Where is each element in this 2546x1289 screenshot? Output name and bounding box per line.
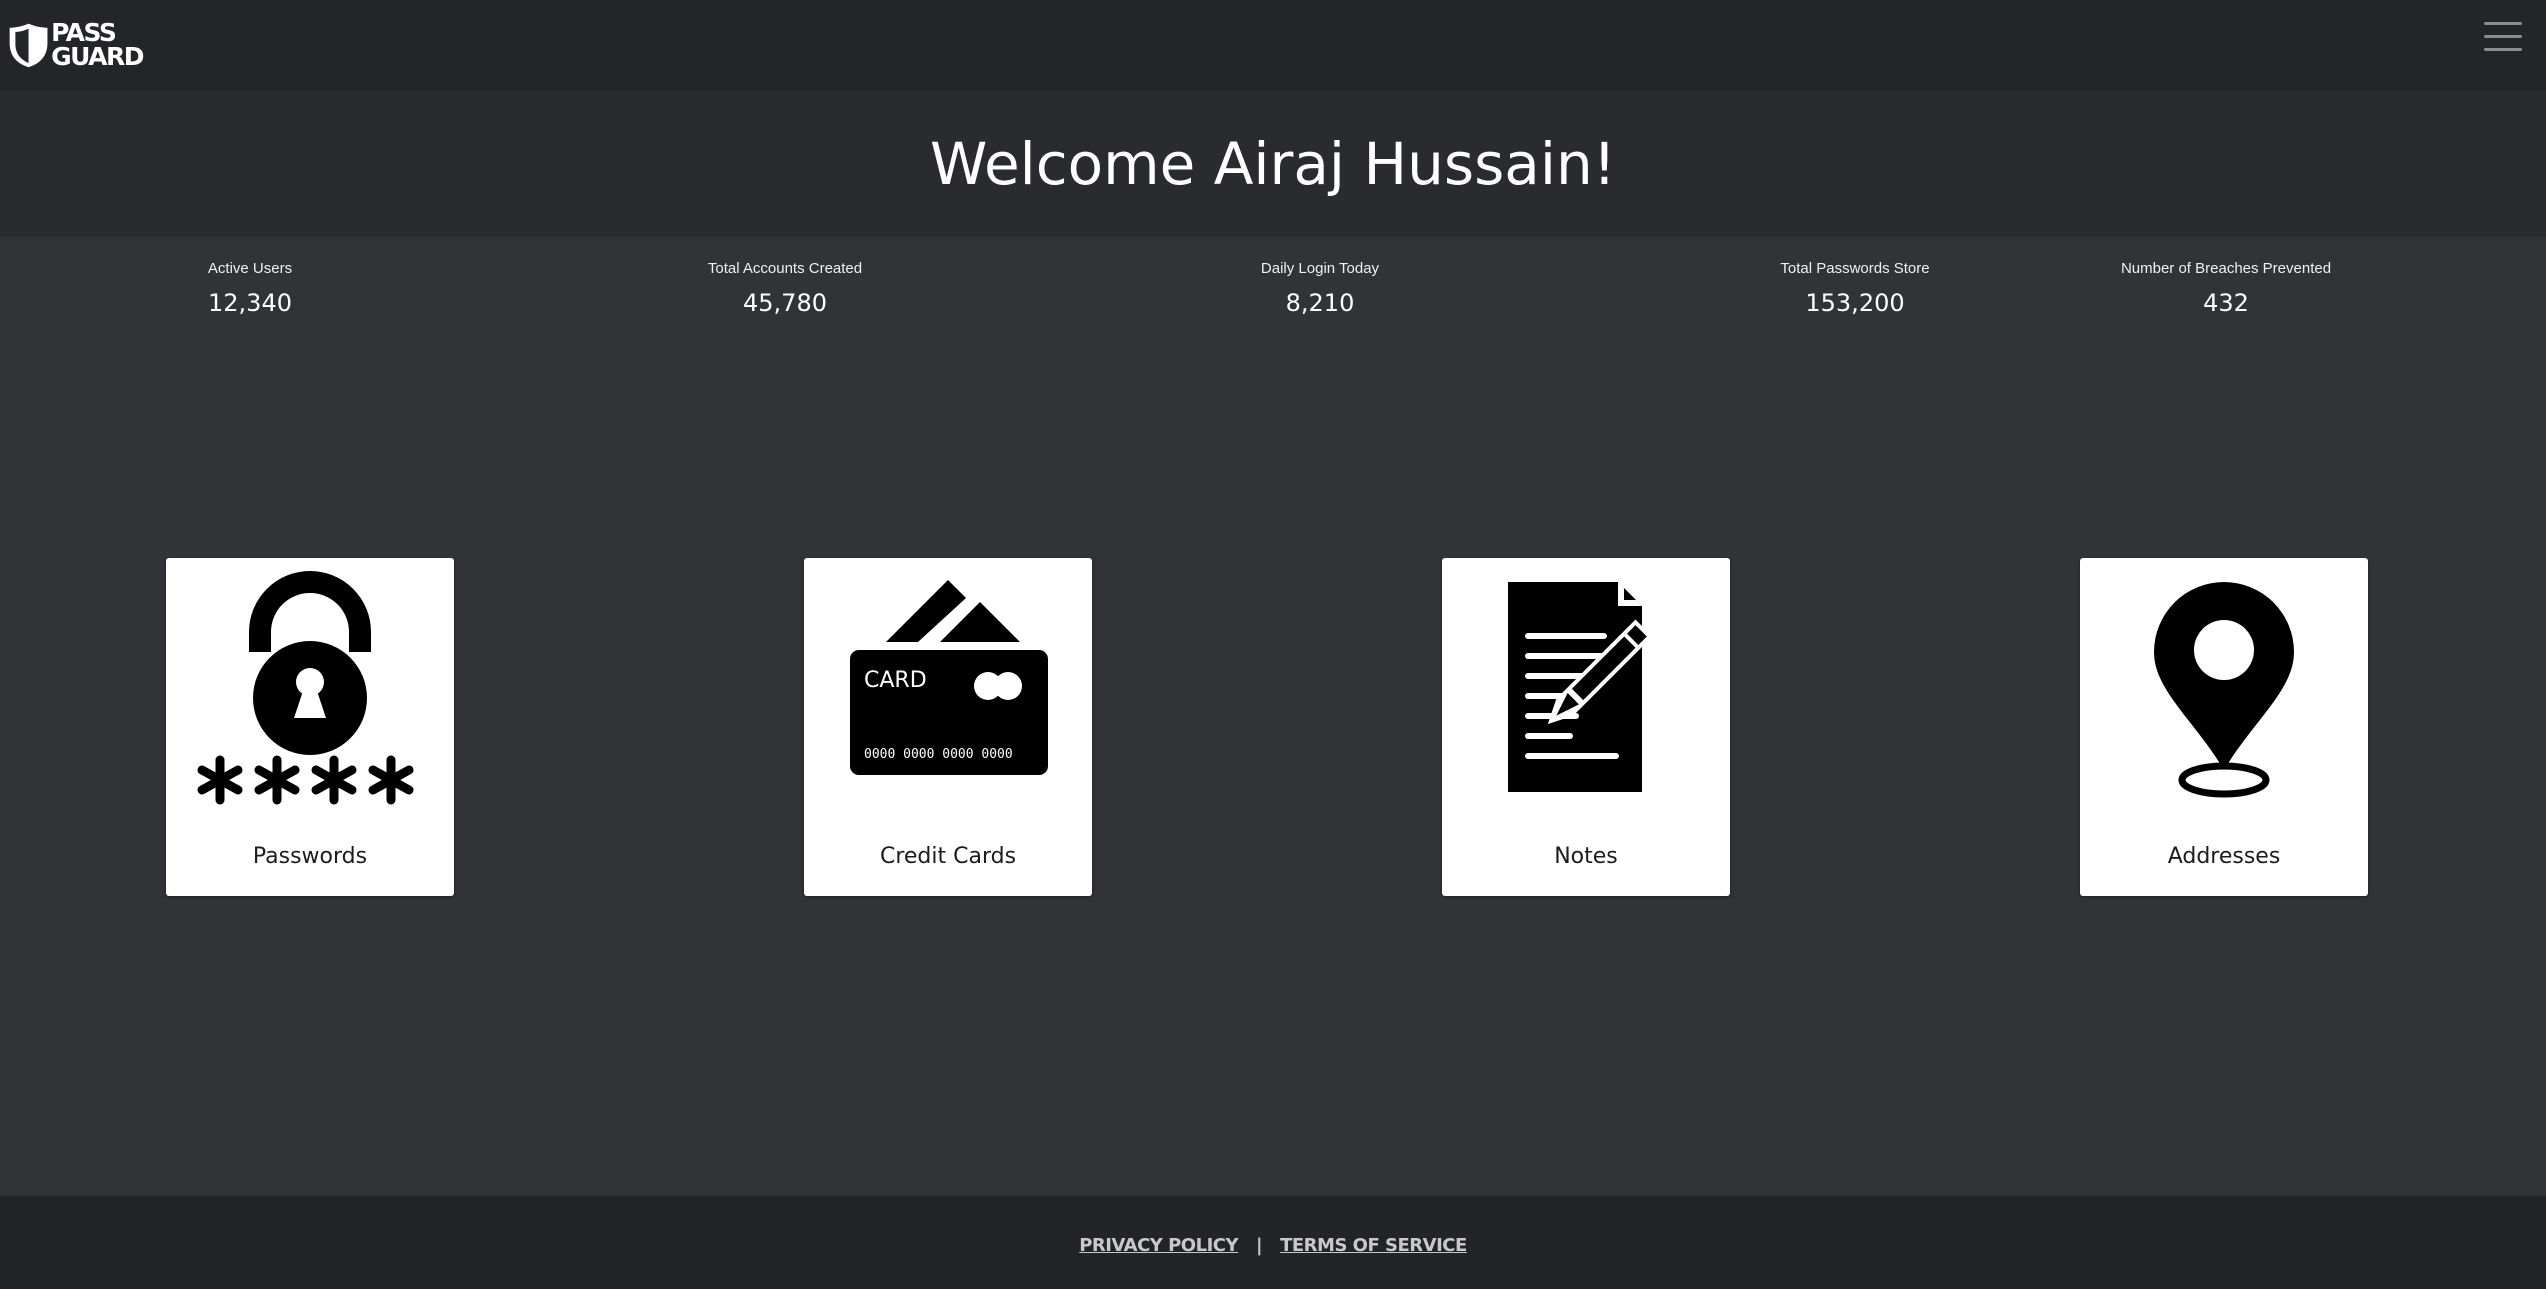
terms-of-service-link[interactable]: TERMS OF SERVICE <box>1280 1235 1467 1256</box>
hamburger-menu-icon[interactable] <box>2484 19 2524 61</box>
menu-bar <box>2484 35 2522 38</box>
stat-passwords-stored: Total Passwords Store 153,200 <box>1675 259 2035 318</box>
notes-card[interactable]: Notes <box>1442 558 1730 896</box>
welcome-title: Welcome Airaj Hussain! <box>930 130 1616 198</box>
footer-links: PRIVACY POLICY | TERMS OF SERVICE <box>0 1196 2546 1289</box>
stat-value: 12,340 <box>208 289 292 317</box>
stat-label: Daily Login Today <box>1260 260 1380 277</box>
passwords-card[interactable]: Passwords <box>166 558 454 896</box>
stat-value: 8,210 <box>1285 289 1355 317</box>
privacy-policy-link[interactable]: PRIVACY POLICY <box>1079 1235 1238 1256</box>
logo-wordmark: PASS GUARD <box>51 20 144 71</box>
logo-line-2: GUARD <box>51 42 144 71</box>
map-pin-icon <box>2154 582 2294 798</box>
stat-label: Number of Breaches Prevented <box>2120 260 2332 277</box>
stat-value: 45,780 <box>743 289 827 317</box>
stat-label: Total Accounts Created <box>707 260 863 277</box>
card-title: Passwords <box>252 844 368 869</box>
card-title: Credit Cards <box>879 844 1017 869</box>
stat-label: Total Passwords Store <box>1780 260 1930 277</box>
stat-value: 432 <box>2203 289 2249 317</box>
stat-daily-login: Daily Login Today 8,210 <box>1140 259 1500 318</box>
footer: PRIVACY POLICY | TERMS OF SERVICE <box>0 1196 2546 1289</box>
passguard-logo[interactable]: PASS GUARD <box>8 17 144 73</box>
stat-value: 153,200 <box>1805 289 1905 317</box>
stat-breaches-prevented: Number of Breaches Prevented 432 <box>2046 259 2406 318</box>
shield-logo-icon <box>9 23 48 68</box>
menu-bar <box>2484 22 2522 25</box>
stat-label: Active Users <box>207 260 293 277</box>
card-art-label: CARD <box>864 668 927 693</box>
top-navbar: PASS GUARD <box>0 0 2546 91</box>
padlock-password-icon <box>197 571 414 805</box>
addresses-card[interactable]: Addresses <box>2080 558 2368 896</box>
stat-total-accounts: Total Accounts Created 45,780 <box>605 259 965 318</box>
note-pencil-icon <box>1508 582 1653 792</box>
footer-separator: | <box>1256 1235 1263 1256</box>
credit-cards-card[interactable]: CARD 0000 0000 0000 0000 Credit Cards <box>804 558 1092 896</box>
card-title: Addresses <box>2167 844 2281 869</box>
card-title: Notes <box>1554 844 1618 869</box>
stat-active-users: Active Users 12,340 <box>70 259 430 318</box>
welcome-banner: Welcome Airaj Hussain! <box>0 91 2546 237</box>
card-art-number: 0000 0000 0000 0000 <box>864 747 1013 762</box>
credit-card-icon: CARD 0000 0000 0000 0000 <box>850 580 1048 775</box>
menu-bar <box>2484 48 2522 51</box>
